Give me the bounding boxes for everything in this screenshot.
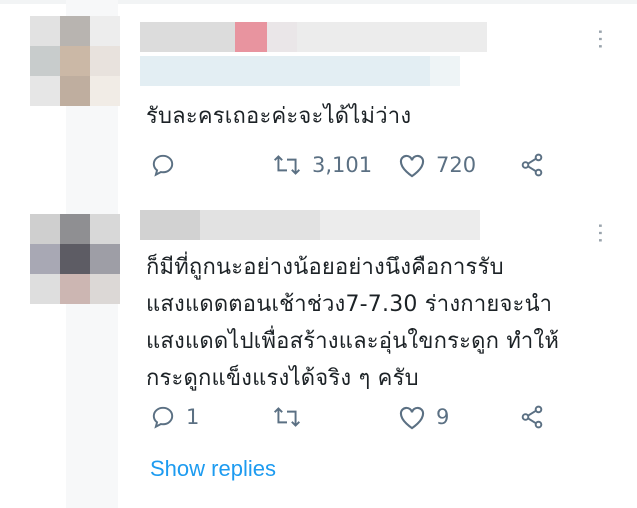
comment-text: รับละครเถอะค่ะจะได้ไม่ว่าง xyxy=(146,104,412,129)
reply-button[interactable] xyxy=(150,152,186,178)
show-replies-link[interactable]: Show replies xyxy=(150,456,276,482)
share-icon xyxy=(521,153,543,177)
avatar[interactable] xyxy=(0,214,120,304)
share-icon xyxy=(521,405,543,429)
comment-text: ก็มีที่ถูกนะอย่างน้อยอย่างนึงคือการรับ แ… xyxy=(146,255,560,391)
retweet-icon xyxy=(273,155,301,175)
reply-icon xyxy=(152,406,174,429)
comment-actions: 1 9 xyxy=(150,404,570,434)
reply-button[interactable]: 1 xyxy=(150,404,199,430)
like-count: 9 xyxy=(436,405,450,429)
more-options-icon[interactable]: … xyxy=(593,222,618,244)
retweet-button[interactable] xyxy=(272,404,312,430)
heart-icon xyxy=(399,406,425,430)
retweet-icon xyxy=(273,407,301,427)
heart-icon xyxy=(399,154,425,178)
username-blurred[interactable] xyxy=(140,22,487,52)
handle-blurred xyxy=(140,56,460,86)
avatar[interactable] xyxy=(0,16,120,106)
comment-actions: 3,101 720 xyxy=(150,152,570,182)
more-options-icon[interactable]: … xyxy=(593,28,618,50)
retweet-count: 3,101 xyxy=(312,153,373,177)
reply-count: 1 xyxy=(186,405,200,429)
like-button[interactable]: 720 xyxy=(398,152,476,178)
share-button[interactable] xyxy=(518,404,546,430)
like-count: 720 xyxy=(436,153,477,177)
like-button[interactable]: 9 xyxy=(398,404,449,430)
share-button[interactable] xyxy=(518,152,546,178)
retweet-button[interactable]: 3,101 xyxy=(272,152,372,178)
reply-icon xyxy=(152,154,174,177)
username-blurred[interactable] xyxy=(140,210,480,240)
